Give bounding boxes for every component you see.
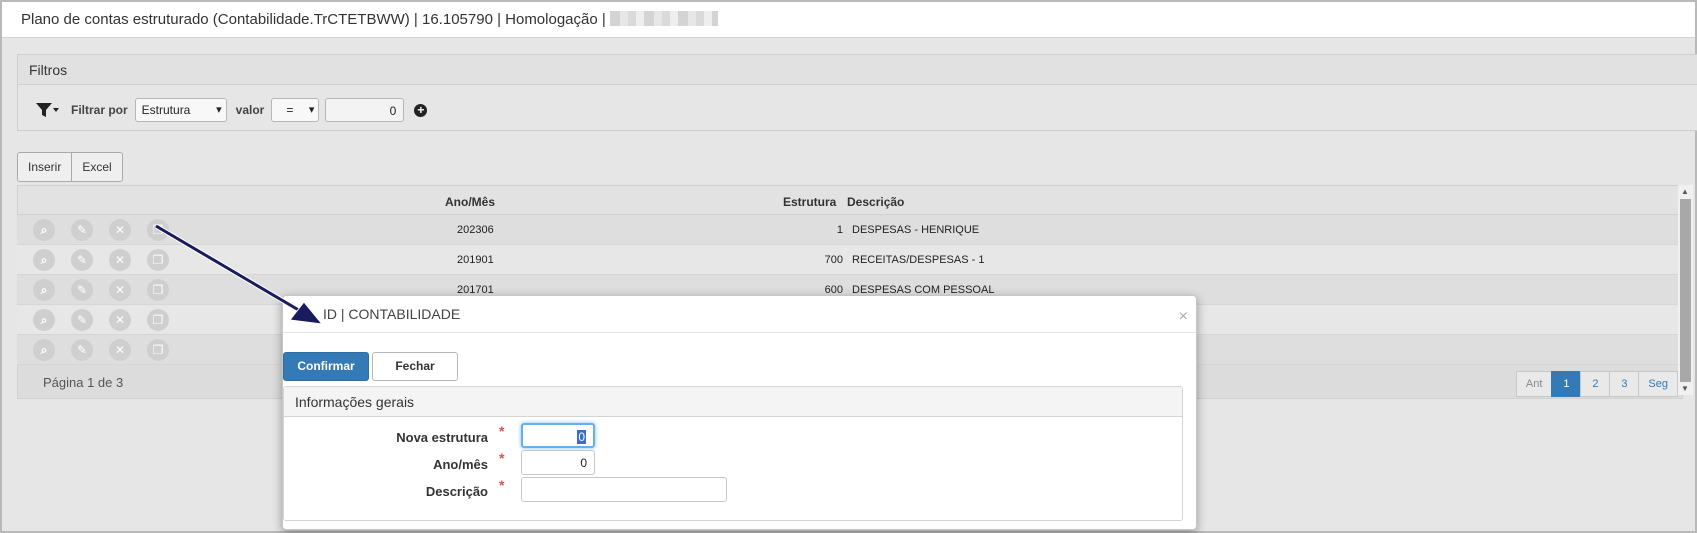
- operator-select[interactable]: = ▾: [271, 98, 320, 122]
- window-titlebar: Plano de contas estruturado (Contabilida…: [2, 2, 1695, 38]
- excel-button[interactable]: Excel: [72, 152, 123, 182]
- value-label: valor: [235, 103, 265, 117]
- scroll-down-icon[interactable]: ▼: [1681, 384, 1689, 393]
- edit-icon[interactable]: ✎: [71, 339, 93, 361]
- page-info: Página 1 de 3: [43, 375, 124, 390]
- required-marker: *: [499, 423, 505, 439]
- filter-field-value: Estrutura: [141, 103, 191, 117]
- delete-icon[interactable]: ✕: [109, 339, 131, 361]
- delete-icon[interactable]: ✕: [109, 249, 131, 271]
- table-header: Ano/Mês Estrutura Descrição: [17, 185, 1683, 215]
- delete-icon[interactable]: ✕: [109, 279, 131, 301]
- view-icon[interactable]: ⌕: [33, 309, 55, 331]
- view-icon[interactable]: ⌕: [33, 279, 55, 301]
- pager-page-3[interactable]: 3: [1609, 371, 1640, 397]
- cell-ano-mes: 201901: [457, 254, 494, 266]
- window-title: Plano de contas estruturado (Contabilida…: [21, 11, 606, 28]
- cell-descricao: DESPESAS - HENRIQUE: [852, 224, 980, 236]
- redacted-text: [609, 11, 718, 26]
- chevron-down-icon: ▾: [308, 104, 315, 116]
- edit-icon[interactable]: ✎: [71, 219, 93, 241]
- vertical-scrollbar[interactable]: ▲ ▼: [1678, 185, 1693, 395]
- input-value: 0: [577, 430, 586, 444]
- operator-value: =: [286, 103, 294, 117]
- view-icon[interactable]: ⌕: [33, 219, 55, 241]
- filters-panel: Filtros Filtrar por Estrutura ▾ valor = …: [17, 54, 1697, 131]
- ano-mes-input[interactable]: 0: [521, 450, 595, 475]
- scrollbar-thumb[interactable]: [1680, 199, 1691, 382]
- required-marker: *: [499, 477, 505, 493]
- action-toolbar: Inserir Excel: [17, 152, 123, 182]
- filter-row: Filtrar por Estrutura ▾ valor = ▾ 0 +: [34, 97, 428, 123]
- column-header-ano-mes[interactable]: Ano/Mês: [445, 195, 495, 209]
- filters-title: Filtros: [18, 55, 1697, 85]
- scroll-up-icon[interactable]: ▲: [1681, 187, 1689, 196]
- filter-icon[interactable]: [34, 99, 60, 121]
- field-descricao: Descrição *: [284, 477, 1184, 503]
- dialog-title: ID | CONTABILIDADE: [323, 306, 461, 322]
- pager-page-1[interactable]: 1: [1551, 371, 1582, 397]
- app-window: Plano de contas estruturado (Contabilida…: [0, 0, 1697, 533]
- delete-icon[interactable]: ✕: [109, 219, 131, 241]
- cell-descricao: RECEITAS/DESPESAS - 1: [852, 254, 985, 266]
- confirm-button[interactable]: Confirmar: [283, 352, 369, 381]
- required-marker: *: [499, 450, 505, 466]
- column-header-estrutura[interactable]: Estrutura: [783, 195, 836, 209]
- cell-estrutura: 700: [824, 254, 843, 266]
- cell-estrutura: 1: [836, 224, 843, 236]
- edit-icon[interactable]: ✎: [71, 309, 93, 331]
- add-filter-icon[interactable]: +: [414, 103, 428, 117]
- pager-next[interactable]: Seg: [1638, 371, 1678, 397]
- copy-icon[interactable]: ❐: [147, 339, 169, 361]
- delete-icon[interactable]: ✕: [109, 309, 131, 331]
- annotation-arrow: [154, 223, 324, 325]
- filter-field-select[interactable]: Estrutura ▾: [134, 98, 227, 122]
- general-info-section: Informações gerais Nova estrutura * 0 An…: [283, 386, 1183, 521]
- edit-icon[interactable]: ✎: [71, 249, 93, 271]
- descricao-input[interactable]: [521, 477, 727, 502]
- pager: Ant 1 2 3 Seg: [1515, 371, 1678, 397]
- field-ano-mes: Ano/mês * 0: [284, 450, 1184, 476]
- filter-by-label: Filtrar por: [71, 103, 128, 117]
- field-label: Nova estrutura: [396, 430, 488, 445]
- cell-ano-mes: 202306: [457, 224, 494, 236]
- edit-dialog: ID | CONTABILIDADE × Confirmar Fechar In…: [282, 295, 1197, 530]
- pager-prev[interactable]: Ant: [1515, 371, 1553, 397]
- filter-value-input[interactable]: 0: [325, 98, 405, 122]
- pager-page-2[interactable]: 2: [1580, 371, 1611, 397]
- view-icon[interactable]: ⌕: [33, 249, 55, 271]
- close-icon[interactable]: ×: [1179, 308, 1188, 326]
- field-nova-estrutura: Nova estrutura * 0: [284, 423, 1184, 449]
- column-header-descricao[interactable]: Descrição: [847, 195, 904, 209]
- view-icon[interactable]: ⌕: [33, 339, 55, 361]
- field-label: Ano/mês: [433, 457, 488, 472]
- nova-estrutura-input[interactable]: 0: [521, 423, 595, 448]
- close-button[interactable]: Fechar: [372, 352, 458, 381]
- insert-button[interactable]: Inserir: [17, 152, 73, 182]
- section-title: Informações gerais: [284, 387, 1182, 417]
- chevron-down-icon: ▾: [216, 104, 222, 116]
- field-label: Descrição: [425, 484, 488, 499]
- edit-icon[interactable]: ✎: [71, 279, 93, 301]
- dialog-divider: [283, 332, 1196, 333]
